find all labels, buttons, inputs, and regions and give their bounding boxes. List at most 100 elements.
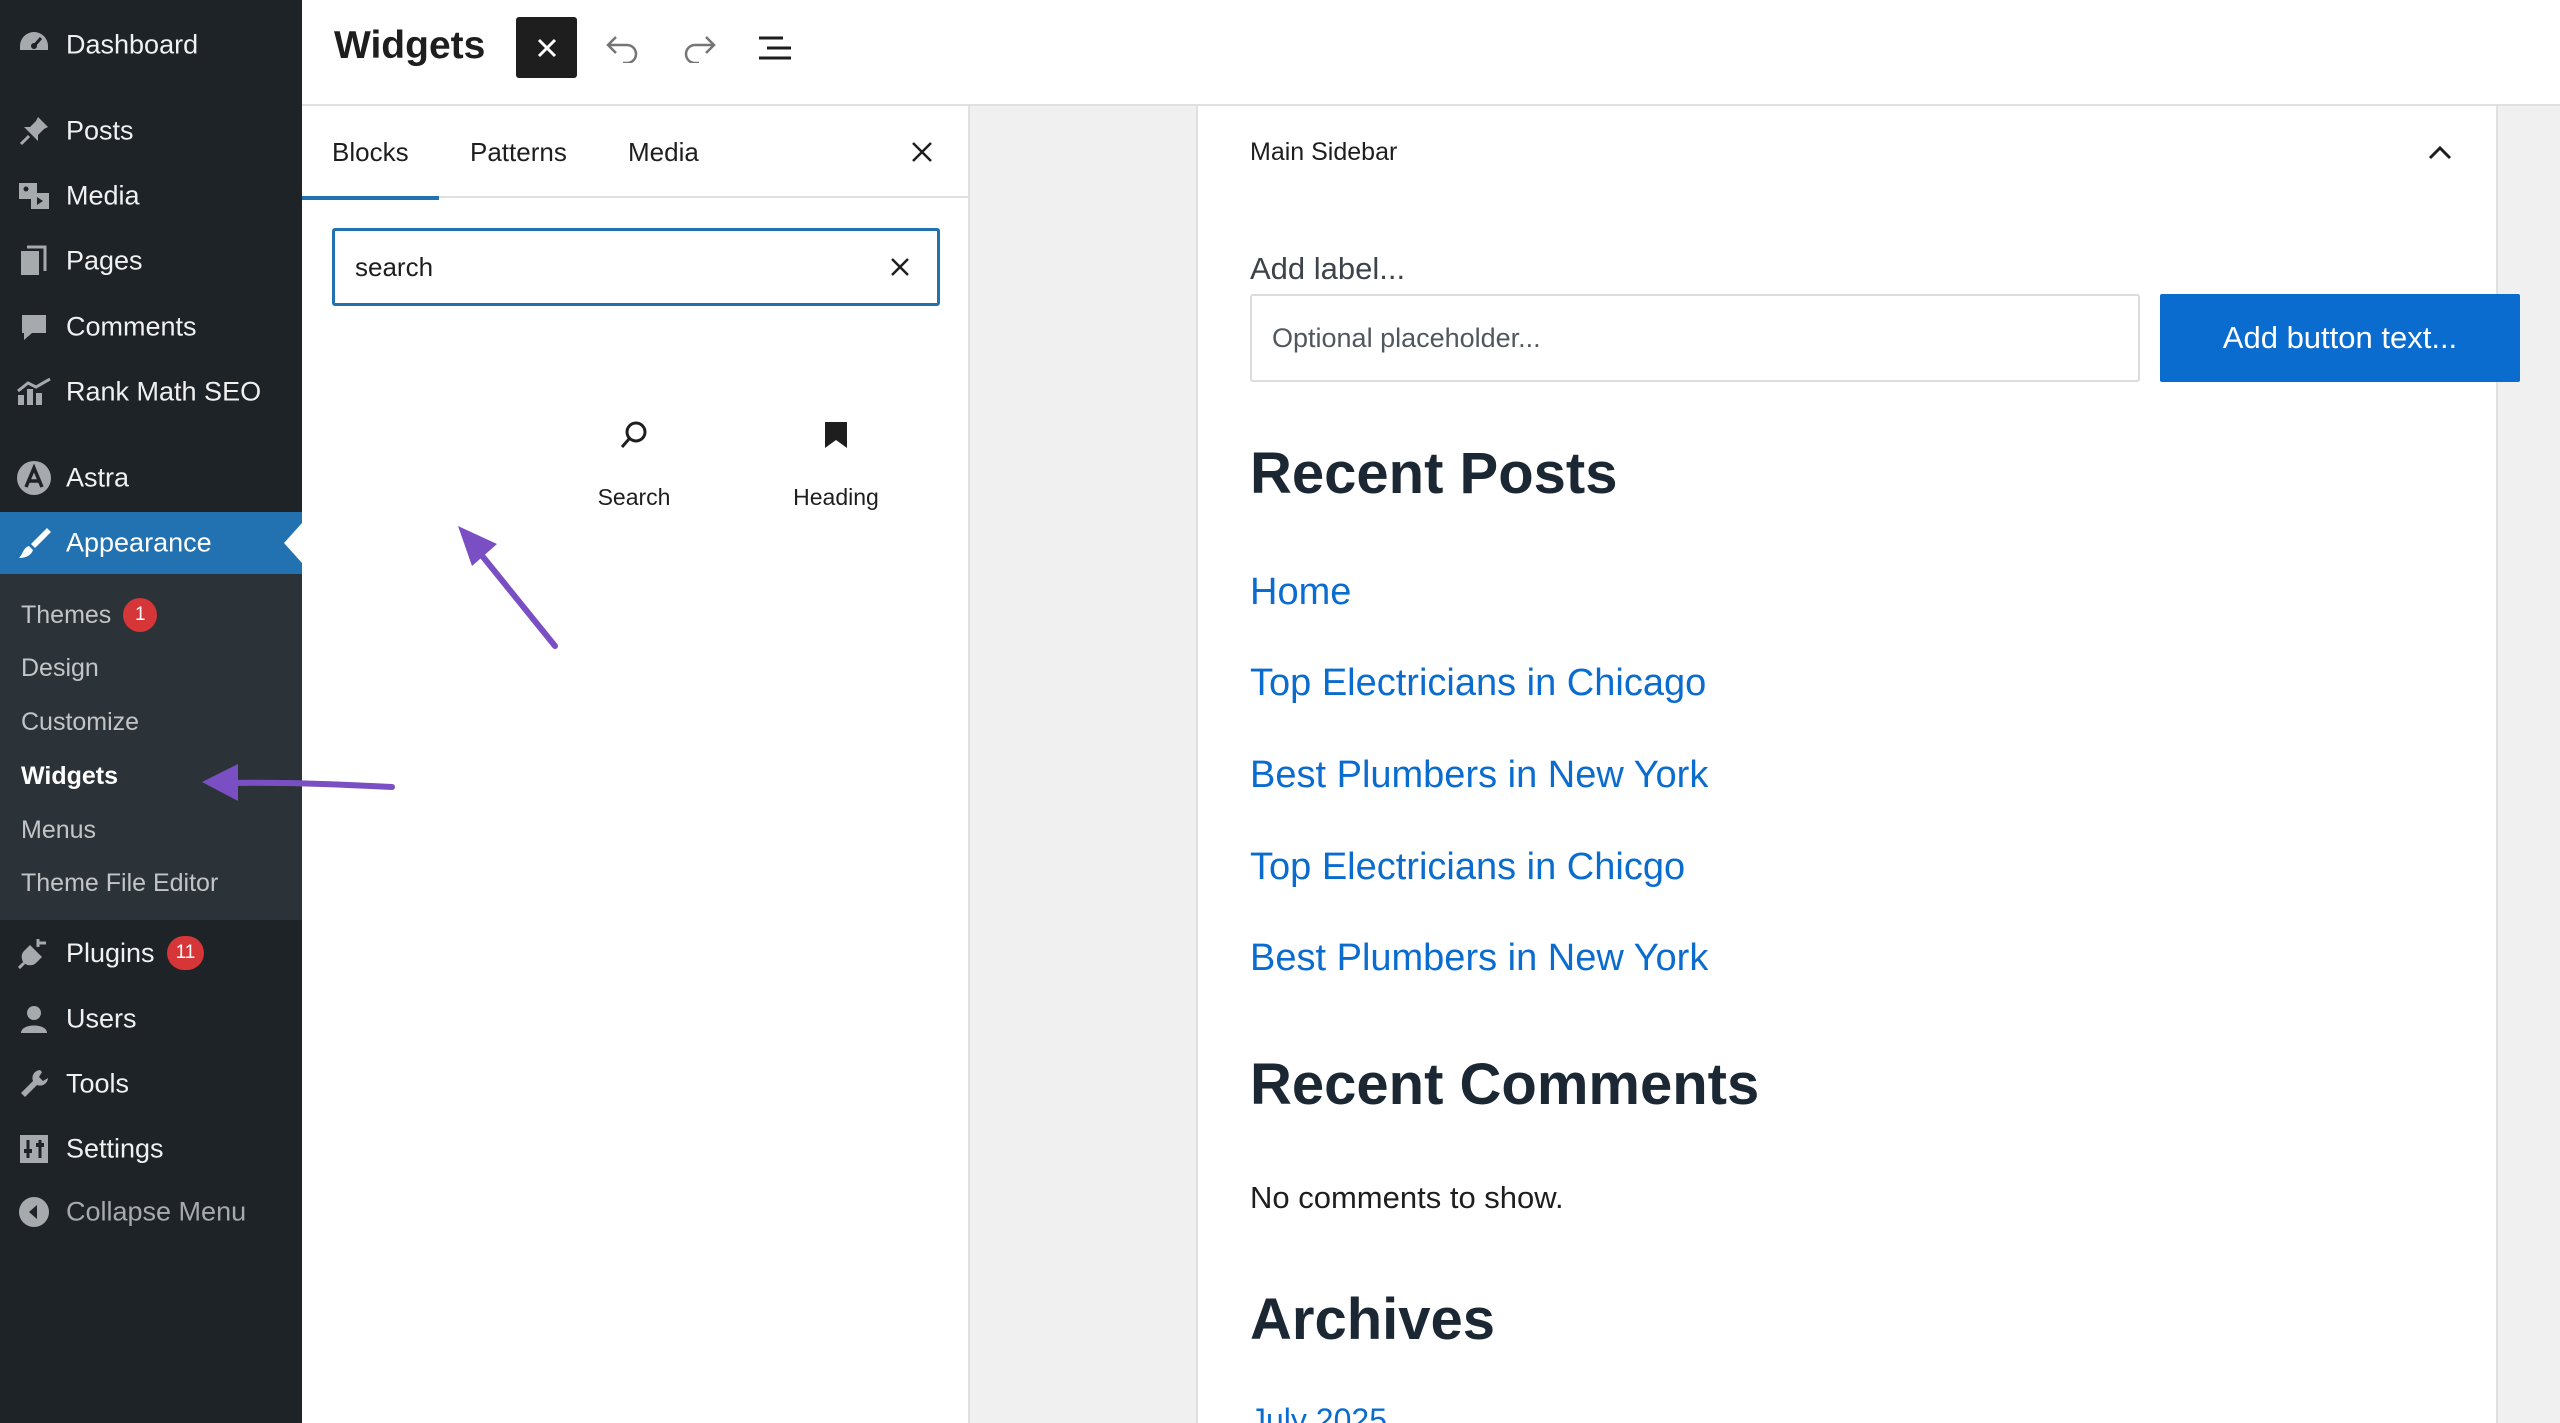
chart-icon [16, 374, 52, 410]
tab-media[interactable]: Media [628, 106, 699, 198]
undo-button[interactable] [592, 17, 653, 78]
menu-label: Collapse Menu [66, 1196, 247, 1227]
recent-post-link[interactable]: Top Electricians in Chicago [1250, 662, 1706, 705]
menu-item-users[interactable]: Users [0, 988, 302, 1050]
widget-area-main-sidebar: Main Sidebar Add label... Add button tex… [1196, 106, 2520, 1423]
submenu-label: Menus [21, 815, 97, 844]
menu-label: Dashboard [66, 29, 199, 60]
recent-posts-heading: Recent Posts [1250, 441, 1618, 506]
close-inserter-button[interactable] [904, 134, 940, 170]
list-view-button[interactable] [744, 17, 805, 78]
block-search-input[interactable] [335, 237, 855, 297]
redo-icon [684, 35, 716, 63]
menu-label: Pages [66, 245, 143, 276]
menu-label: Settings [66, 1133, 164, 1164]
menu-item-media[interactable]: Media [0, 165, 302, 227]
tab-patterns[interactable]: Patterns [470, 106, 567, 198]
tab-blocks[interactable]: Blocks [302, 106, 438, 200]
submenu-item-widgets[interactable]: Widgets [21, 756, 118, 796]
chevron-up-icon[interactable] [2424, 136, 2456, 168]
collapse-menu-button[interactable]: Collapse Menu [0, 1181, 302, 1243]
undo-icon [605, 35, 637, 63]
recent-post-link[interactable]: Top Electricians in Chicgo [1250, 846, 1685, 889]
plug-icon [16, 935, 52, 971]
menu-label: Rank Math SEO [66, 376, 262, 407]
submenu-item-theme-file-editor[interactable]: Theme File Editor [21, 863, 218, 903]
close-icon [891, 258, 909, 276]
user-icon [16, 1001, 52, 1037]
comment-icon [16, 309, 52, 345]
menu-item-dashboard[interactable]: Dashboard [0, 14, 302, 76]
menu-label: Astra [66, 462, 130, 493]
block-label: Search [597, 484, 671, 510]
submenu-label: Widgets [21, 761, 118, 790]
recent-post-link[interactable]: Best Plumbers in New York [1250, 754, 1708, 797]
page-title: Widgets [334, 24, 486, 67]
search-widget-label[interactable]: Add label... [1250, 251, 1405, 287]
block-search-box [332, 228, 940, 306]
no-comments-text: No comments to show. [1250, 1180, 1564, 1215]
submenu-label: Theme File Editor [21, 868, 219, 897]
close-icon [912, 142, 932, 162]
submenu-label: Design [21, 653, 99, 682]
menu-item-pages[interactable]: Pages [0, 230, 302, 292]
block-inserter-close-button[interactable] [516, 17, 577, 78]
brush-icon [16, 525, 52, 561]
search-widget-button[interactable]: Add button text... [2160, 294, 2520, 382]
submenu-item-themes[interactable]: Themes 1 [21, 595, 158, 635]
menu-label: Media [66, 180, 140, 211]
archives-heading: Archives [1250, 1287, 1496, 1352]
recent-comments-heading: Recent Comments [1250, 1052, 1760, 1117]
menu-item-appearance[interactable]: Appearance [0, 512, 302, 574]
submenu-item-menus[interactable]: Menus [21, 810, 96, 850]
menu-label: Tools [66, 1068, 130, 1099]
menu-label: Users [66, 1003, 137, 1034]
astra-icon [16, 460, 52, 496]
inserter-tabs: Blocks Patterns Media [302, 106, 968, 200]
menu-item-astra[interactable]: Astra [0, 447, 302, 509]
bookmark-icon [736, 410, 936, 460]
menu-label: Appearance [66, 527, 212, 558]
menu-item-settings[interactable]: Settings [0, 1118, 302, 1180]
widgets-canvas: Main Sidebar Add label... Add button tex… [970, 106, 2560, 1423]
menu-label: Posts [66, 115, 134, 146]
menu-label: Comments [66, 311, 197, 342]
widget-area-title: Main Sidebar [1250, 138, 1398, 166]
submenu-item-customize[interactable]: Customize [21, 702, 139, 742]
pin-icon [16, 113, 52, 149]
admin-sidebar: Dashboard Posts Media Pages Comments Ran… [0, 0, 302, 1423]
menu-item-posts[interactable]: Posts [0, 100, 302, 162]
list-view-icon [758, 36, 791, 59]
wrench-icon [16, 1066, 52, 1102]
widget-area-header[interactable]: Main Sidebar [1198, 106, 2496, 196]
submenu-label: Themes [21, 600, 112, 629]
pages-icon [16, 243, 52, 279]
submenu-item-design[interactable]: Design [21, 648, 99, 688]
block-item-search[interactable]: Search [534, 396, 734, 526]
block-item-heading[interactable]: Heading [736, 396, 936, 526]
plugins-label: Plugins [66, 937, 155, 968]
submenu-label: Customize [21, 707, 140, 736]
search-widget-input[interactable] [1250, 294, 2140, 382]
update-count-badge: 11 [166, 936, 205, 970]
appearance-submenu: Themes 1 Design Customize Widgets Menus … [0, 574, 302, 920]
search-icon [534, 410, 734, 460]
archive-link[interactable]: July 2025 [1250, 1402, 1387, 1423]
clear-search-button[interactable] [885, 252, 915, 282]
update-count-badge: 1 [123, 598, 158, 632]
menu-item-rank-math-seo[interactable]: Rank Math SEO [0, 361, 302, 423]
dashboard-icon [16, 27, 52, 63]
media-icon [16, 178, 52, 214]
collapse-icon [16, 1194, 52, 1230]
editor-header: Widgets [302, 0, 2560, 106]
menu-label: Plugins 11 [66, 936, 205, 970]
menu-item-plugins[interactable]: Plugins 11 [0, 922, 302, 984]
recent-post-link[interactable]: Home [1250, 571, 1351, 614]
redo-button[interactable] [668, 17, 729, 78]
close-icon [537, 38, 556, 57]
recent-post-link[interactable]: Best Plumbers in New York [1250, 937, 1708, 980]
menu-item-tools[interactable]: Tools [0, 1053, 302, 1115]
block-inserter-panel: Blocks Patterns Media Search Heading [302, 106, 970, 1423]
menu-item-comments[interactable]: Comments [0, 296, 302, 358]
block-label: Heading [793, 484, 879, 510]
